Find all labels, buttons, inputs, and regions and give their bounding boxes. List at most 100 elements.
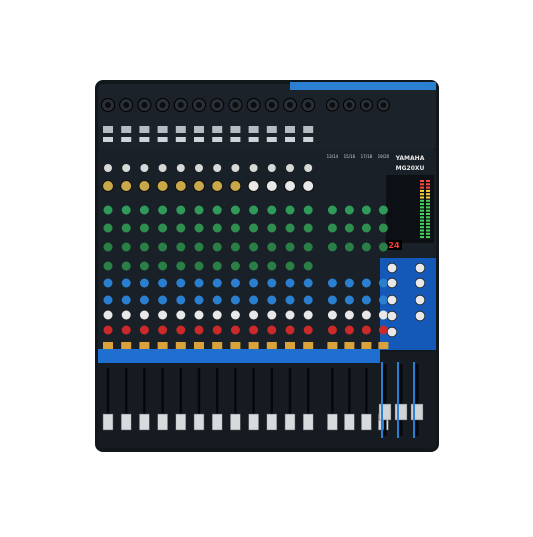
eq-freq-knob[interactable] xyxy=(158,261,168,271)
meter-led[interactable] xyxy=(426,199,430,202)
eq-mid-knob[interactable] xyxy=(121,223,131,233)
pan-knob[interactable] xyxy=(176,325,186,335)
on-button[interactable] xyxy=(103,342,113,349)
aux2-knob[interactable] xyxy=(230,295,240,305)
xlr-input-hole[interactable] xyxy=(123,102,130,108)
stereo-eq-low-knob[interactable] xyxy=(361,242,371,252)
gain-knob[interactable] xyxy=(174,180,187,192)
stereo-fx-knob[interactable] xyxy=(378,310,388,320)
aux2-knob[interactable] xyxy=(194,295,204,305)
on-button[interactable] xyxy=(266,342,277,349)
eq-high-knob[interactable] xyxy=(139,205,149,215)
gain-knob[interactable] xyxy=(265,180,278,192)
xlr-input-hole[interactable] xyxy=(177,102,184,108)
fx-send-knob[interactable] xyxy=(194,310,204,320)
eq-freq-knob[interactable] xyxy=(267,261,277,271)
xlr-input-hole[interactable] xyxy=(105,102,111,108)
eq-freq-knob[interactable] xyxy=(121,261,131,271)
meter-led[interactable] xyxy=(426,216,430,219)
pad-switch[interactable] xyxy=(285,126,295,133)
stereo-xlr-hole[interactable] xyxy=(363,102,370,108)
stereo-xlr-hole[interactable] xyxy=(346,102,353,108)
pan-knob[interactable] xyxy=(249,325,259,335)
pan-knob[interactable] xyxy=(285,325,295,335)
comp-knob[interactable] xyxy=(176,164,185,172)
xlr-input-hole[interactable] xyxy=(287,102,293,108)
comp-knob[interactable] xyxy=(213,164,222,172)
meter-led[interactable] xyxy=(420,203,424,206)
eq-high-knob[interactable] xyxy=(267,205,277,215)
stereo-on-button[interactable] xyxy=(344,342,355,349)
eq-mid-knob[interactable] xyxy=(176,223,186,233)
eq-high-knob[interactable] xyxy=(249,205,259,215)
on-button[interactable] xyxy=(212,342,223,349)
gain-knob[interactable] xyxy=(211,180,224,192)
eq-mid-knob[interactable] xyxy=(285,223,295,233)
stereo-fx-knob[interactable] xyxy=(327,310,337,320)
meter-led[interactable] xyxy=(426,232,430,235)
pad-switch[interactable] xyxy=(212,126,223,133)
hpf-switch[interactable] xyxy=(248,137,259,142)
stereo-xlr-hole[interactable] xyxy=(329,102,336,108)
meter-led[interactable] xyxy=(426,229,430,232)
on-button[interactable] xyxy=(248,342,259,349)
eq-high-knob[interactable] xyxy=(158,205,168,215)
stereo-aux2-knob[interactable] xyxy=(378,295,388,305)
meter-led[interactable] xyxy=(426,219,430,222)
aux1-knob[interactable] xyxy=(103,278,113,288)
stereo-aux1-knob[interactable] xyxy=(361,278,371,288)
stereo-channel-fader[interactable] xyxy=(344,413,355,431)
on-button[interactable] xyxy=(157,342,168,349)
master-fader-guide[interactable] xyxy=(413,362,415,438)
aux2-knob[interactable] xyxy=(303,295,313,305)
comp-knob[interactable] xyxy=(122,164,131,172)
xlr-input-hole[interactable] xyxy=(159,102,166,108)
eq-mid-knob[interactable] xyxy=(103,223,113,233)
stereo-balance-knob[interactable] xyxy=(361,325,371,335)
comp-knob[interactable] xyxy=(195,164,203,172)
aux2-knob[interactable] xyxy=(158,295,168,305)
stereo-fx-knob[interactable] xyxy=(344,310,354,320)
hpf-switch[interactable] xyxy=(285,137,295,142)
stereo-channel-fader[interactable] xyxy=(361,413,372,431)
on-button[interactable] xyxy=(303,342,314,349)
eq-high-knob[interactable] xyxy=(103,205,113,215)
eq-low-knob[interactable] xyxy=(249,242,259,252)
eq-low-knob[interactable] xyxy=(230,242,240,252)
hpf-switch[interactable] xyxy=(103,137,113,142)
fx-send-knob[interactable] xyxy=(103,310,113,320)
master-fader-guide[interactable] xyxy=(381,362,383,438)
pad-switch[interactable] xyxy=(139,126,150,133)
comp-knob[interactable] xyxy=(286,164,294,172)
pad-switch[interactable] xyxy=(230,126,241,133)
stereo-eq-mid-knob[interactable] xyxy=(378,223,388,233)
aux1-knob[interactable] xyxy=(249,278,259,288)
eq-low-knob[interactable] xyxy=(158,242,168,252)
meter-led[interactable] xyxy=(420,189,424,192)
meter-led[interactable] xyxy=(426,236,430,239)
eq-high-knob[interactable] xyxy=(303,205,313,215)
eq-freq-knob[interactable] xyxy=(139,261,149,271)
hpf-switch[interactable] xyxy=(230,137,241,142)
pan-knob[interactable] xyxy=(212,325,222,335)
pan-knob[interactable] xyxy=(103,325,113,335)
fx-send-knob[interactable] xyxy=(121,310,131,320)
stereo-balance-knob[interactable] xyxy=(378,325,388,335)
meter-led[interactable] xyxy=(426,209,430,212)
meter-led[interactable] xyxy=(420,226,424,229)
on-button[interactable] xyxy=(230,342,241,349)
meter-led[interactable] xyxy=(426,189,430,192)
meter-led[interactable] xyxy=(426,226,430,229)
meter-led[interactable] xyxy=(420,213,424,215)
xlr-input-hole[interactable] xyxy=(250,102,257,108)
fx-send-knob[interactable] xyxy=(139,310,149,320)
meter-led[interactable] xyxy=(420,219,424,222)
pad-switch[interactable] xyxy=(194,126,204,133)
pad-switch[interactable] xyxy=(175,126,186,133)
pad-switch[interactable] xyxy=(303,126,314,133)
meter-led[interactable] xyxy=(420,183,424,186)
fx-send-knob[interactable] xyxy=(303,310,313,320)
aux1-knob[interactable] xyxy=(303,278,313,288)
aux2-knob[interactable] xyxy=(103,295,113,305)
eq-high-knob[interactable] xyxy=(285,205,295,215)
